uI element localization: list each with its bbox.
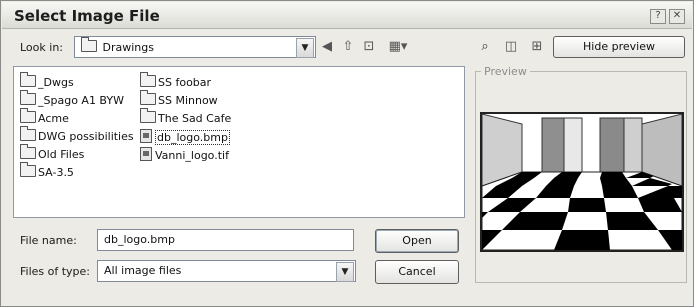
- files-of-type-value: All image files: [104, 264, 182, 277]
- open-button-label: Open: [402, 234, 432, 247]
- checkerboard-room-image: [482, 114, 682, 250]
- folder-icon: [81, 37, 97, 52]
- list-item-file[interactable]: Vanni_logo.tif: [140, 147, 229, 162]
- image-file-icon: [140, 129, 152, 143]
- folder-icon: [140, 72, 156, 87]
- file-name-value: db_logo.bmp: [104, 233, 175, 246]
- hide-preview-label: Hide preview: [583, 40, 655, 53]
- list-item-folder[interactable]: Acme: [20, 108, 69, 125]
- chevron-down-icon[interactable]: ▼: [296, 38, 314, 58]
- list-item-folder[interactable]: The Sad Cafe: [140, 108, 231, 125]
- extract-icon[interactable]: ⊞: [527, 37, 547, 57]
- look-in-label: Look in:: [20, 41, 63, 54]
- dialog-title: Select Image File: [14, 7, 160, 25]
- folder-icon: [140, 90, 156, 105]
- open-button[interactable]: Open: [375, 229, 459, 253]
- files-of-type-combo[interactable]: All image files ▼: [97, 260, 356, 282]
- new-folder-icon[interactable]: ⊡: [359, 37, 379, 57]
- look-in-combo[interactable]: Drawings ▼: [74, 36, 316, 58]
- up-folder-icon[interactable]: ⇧: [338, 37, 358, 57]
- list-item-folder[interactable]: SS Minnow: [140, 90, 218, 107]
- list-item-folder[interactable]: _Spago A1 BYW: [20, 90, 124, 107]
- title-bar: Select Image File ? ✕: [2, 2, 692, 29]
- folder-icon: [20, 90, 36, 105]
- list-item-folder[interactable]: Old Files: [20, 144, 84, 161]
- back-icon[interactable]: ◀: [317, 37, 337, 57]
- list-item-folder[interactable]: SA-3.5: [20, 162, 74, 179]
- views-menu-icon[interactable]: ▦▾: [383, 37, 413, 57]
- folder-icon: [20, 144, 36, 159]
- files-of-type-label: Files of type:: [20, 265, 91, 278]
- look-in-value: Drawings: [81, 37, 154, 54]
- list-item-folder[interactable]: DWG possibilities: [20, 126, 134, 143]
- folder-icon: [20, 108, 36, 123]
- list-item-file-selected[interactable]: db_logo.bmp: [140, 129, 230, 145]
- hide-preview-button[interactable]: Hide preview: [553, 36, 685, 58]
- folder-icon: [20, 72, 36, 87]
- look-in-value-text: Drawings: [102, 41, 154, 54]
- list-item-folder[interactable]: _Dwgs: [20, 72, 74, 89]
- folder-icon: [20, 162, 36, 177]
- chevron-down-icon[interactable]: ▼: [336, 262, 354, 282]
- preview-label: Preview: [481, 65, 530, 78]
- image-file-icon: [140, 147, 152, 161]
- folder-icon: [20, 126, 36, 141]
- preview-image: [480, 112, 684, 252]
- file-name-label: File name:: [20, 234, 77, 247]
- close-button[interactable]: ✕: [669, 9, 685, 24]
- cancel-button[interactable]: Cancel: [375, 260, 459, 284]
- cancel-button-label: Cancel: [398, 265, 436, 278]
- help-button[interactable]: ?: [650, 9, 666, 24]
- find-icon[interactable]: ⌕: [475, 37, 495, 57]
- file-name-input[interactable]: db_logo.bmp: [97, 229, 354, 251]
- folder-icon: [140, 108, 156, 123]
- select-image-file-dialog: Select Image File ? ✕ Look in: Drawings …: [0, 0, 694, 307]
- list-item-folder[interactable]: SS foobar: [140, 72, 211, 89]
- locate-icon[interactable]: ◫: [501, 37, 521, 57]
- file-list[interactable]: _Dwgs _Spago A1 BYW Acme DWG possibiliti…: [13, 66, 465, 218]
